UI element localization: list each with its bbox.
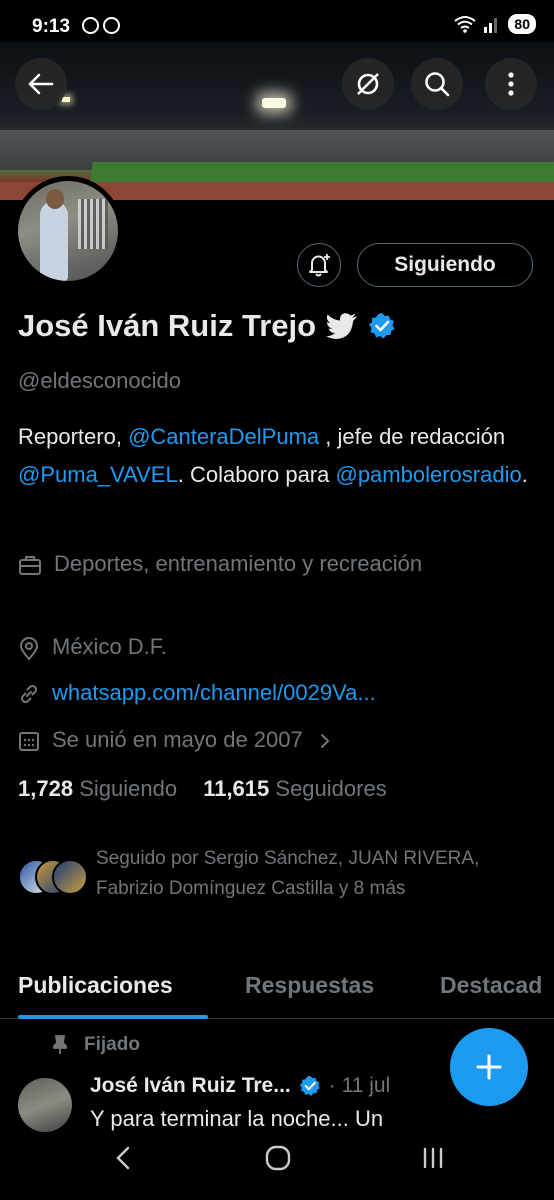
status-bar: 9:13 80 bbox=[0, 0, 554, 42]
profile-handle: @eldesconocido bbox=[18, 368, 181, 393]
followed-by-text: Seguido por Sergio Sánchez, JUAN RIVERA,… bbox=[96, 848, 480, 899]
mention-link[interactable]: @pambolerosradio bbox=[335, 462, 521, 487]
profile-avatar[interactable] bbox=[13, 176, 123, 286]
tab-destacados[interactable]: Destacad bbox=[440, 972, 542, 999]
search-icon bbox=[425, 72, 450, 97]
mention-link[interactable]: @Puma_VAVEL bbox=[18, 462, 178, 487]
more-options-button[interactable] bbox=[485, 58, 537, 110]
tab-respuestas[interactable]: Respuestas bbox=[245, 972, 374, 999]
following-count-link[interactable]: 1,728 Siguiendo bbox=[18, 776, 177, 801]
mention-link[interactable]: @CanteraDelPuma bbox=[128, 424, 319, 449]
category-text: Deportes, entrenamiento y recreación bbox=[54, 551, 423, 576]
bio-text: . Colaboro para bbox=[177, 462, 336, 487]
followers-label: Seguidores bbox=[275, 776, 387, 801]
notifications-button[interactable] bbox=[297, 243, 341, 287]
wifi-icon bbox=[454, 16, 477, 33]
compose-post-button[interactable] bbox=[450, 1028, 528, 1106]
calendar-icon bbox=[19, 732, 39, 751]
bell-plus-icon bbox=[309, 254, 330, 277]
followers-count: 11,615 bbox=[203, 776, 270, 801]
pinned-header: Fijado bbox=[52, 1034, 140, 1056]
recents-nav-icon[interactable] bbox=[420, 1144, 446, 1172]
post-avatar[interactable] bbox=[18, 1078, 72, 1132]
profile-name-row: José Iván Ruiz Trejo bbox=[18, 308, 396, 344]
bio-text: , jefe de redacción bbox=[319, 424, 506, 449]
profile-name: José Iván Ruiz Trejo bbox=[18, 308, 317, 343]
profile-tabs: Publicaciones Respuestas Destacad bbox=[0, 964, 554, 1019]
joined-text: Se unió en mayo de 2007 bbox=[52, 727, 303, 752]
status-time: 9:13 bbox=[32, 16, 71, 37]
avatar bbox=[52, 859, 88, 895]
verified-badge-icon bbox=[369, 313, 395, 339]
whatsapp-icon bbox=[82, 17, 99, 34]
following-count: 1,728 bbox=[18, 776, 74, 801]
more-vertical-icon bbox=[508, 72, 514, 96]
system-nav-bar bbox=[0, 1132, 554, 1200]
notification-icons bbox=[82, 17, 120, 34]
soccer-ball-icon bbox=[103, 17, 120, 34]
profile-joined: Se unió en mayo de 2007 bbox=[18, 722, 331, 758]
post-text[interactable]: Y para terminar la noche... Un bbox=[90, 1106, 383, 1132]
briefcase-icon bbox=[19, 556, 41, 575]
chevron-right-icon[interactable] bbox=[319, 730, 331, 752]
location-pin-icon bbox=[19, 637, 39, 661]
post-date: · 11 jul bbox=[328, 1074, 391, 1097]
verified-badge-icon bbox=[299, 1075, 320, 1096]
home-nav-icon[interactable] bbox=[264, 1144, 292, 1172]
location-text: México D.F. bbox=[52, 634, 167, 659]
follower-avatars bbox=[18, 859, 88, 895]
profile-banner bbox=[0, 42, 554, 200]
active-tab-indicator bbox=[18, 1015, 208, 1019]
plus-icon bbox=[476, 1054, 502, 1080]
post-author[interactable]: José Iván Ruiz Tre... bbox=[90, 1074, 291, 1098]
pinned-label: Fijado bbox=[84, 1034, 140, 1055]
follow-counts: 1,728 Siguiendo 11,615 Seguidores bbox=[18, 776, 387, 802]
profile-bio: Reportero, @CanteraDelPuma , jefe de red… bbox=[18, 418, 538, 494]
followed-by-row[interactable]: Seguido por Sergio Sánchez, JUAN RIVERA,… bbox=[18, 844, 538, 904]
profile-location: México D.F. bbox=[18, 629, 167, 665]
grok-icon bbox=[357, 73, 379, 95]
bird-icon bbox=[326, 313, 358, 339]
battery-indicator: 80 bbox=[508, 14, 536, 34]
back-nav-icon[interactable] bbox=[112, 1144, 134, 1172]
search-button[interactable] bbox=[411, 58, 463, 110]
back-button[interactable] bbox=[15, 58, 67, 110]
following-label: Siguiendo bbox=[79, 776, 178, 801]
profile-category: Deportes, entrenamiento y recreación bbox=[18, 546, 538, 582]
following-button[interactable]: Siguiendo bbox=[357, 243, 533, 287]
pin-icon bbox=[53, 1035, 67, 1054]
arrow-left-icon bbox=[28, 73, 54, 95]
tab-publicaciones[interactable]: Publicaciones bbox=[18, 972, 173, 999]
signal-icon bbox=[484, 18, 498, 33]
profile-website: whatsapp.com/channel/0029Va... bbox=[18, 675, 376, 711]
grok-button[interactable] bbox=[342, 58, 394, 110]
bio-text: Reportero, bbox=[18, 424, 129, 449]
link-icon bbox=[20, 684, 38, 704]
bio-text: . bbox=[521, 462, 528, 487]
website-link[interactable]: whatsapp.com/channel/0029Va... bbox=[52, 675, 376, 711]
followers-count-link[interactable]: 11,615 Seguidores bbox=[203, 776, 387, 801]
post-author-row: José Iván Ruiz Tre... · 11 jul bbox=[90, 1074, 390, 1098]
